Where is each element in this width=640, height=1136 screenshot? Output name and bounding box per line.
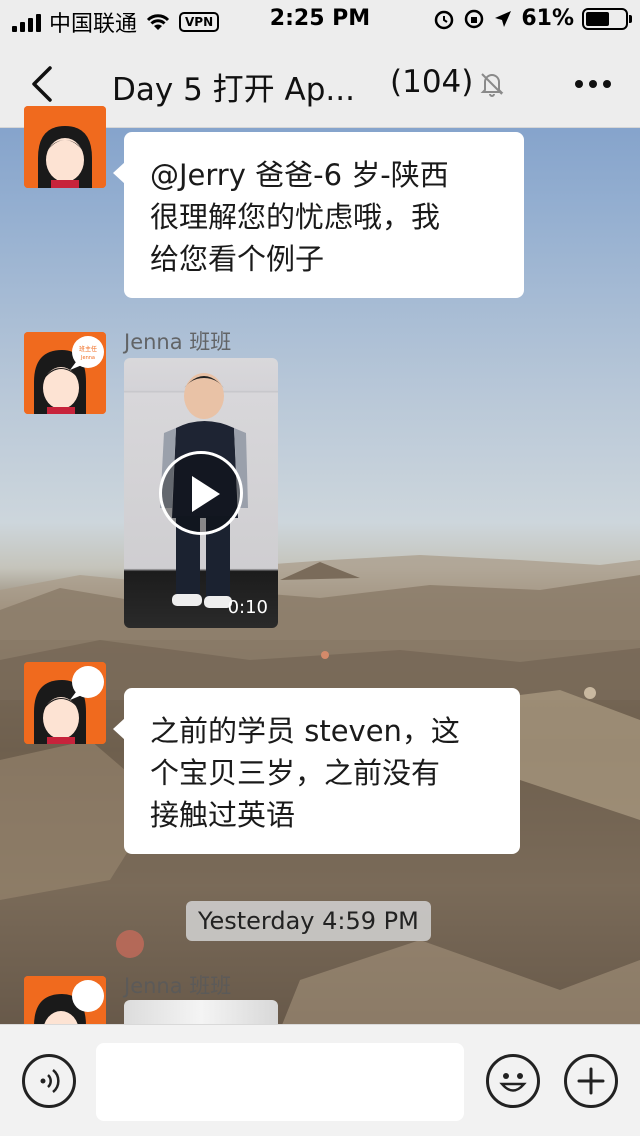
member-count: (104) xyxy=(390,64,474,100)
avatar-badge-text: 班主任 xyxy=(79,345,97,353)
video-message[interactable]: 0:10 xyxy=(124,358,278,628)
battery-percent: 61% xyxy=(521,6,574,31)
alarm-icon xyxy=(435,10,454,29)
video-duration: 0:10 xyxy=(227,597,268,618)
mute-bell-icon xyxy=(480,73,504,97)
voice-icon[interactable] xyxy=(22,1054,76,1108)
avatar[interactable] xyxy=(24,662,106,744)
status-bar: 中国联通 VPN 2:25 PM 61% xyxy=(0,0,640,40)
message-bubble[interactable]: 之前的学员 steven，这 个宝贝三岁，之前没有 接触过英语 xyxy=(113,688,520,854)
battery-icon xyxy=(582,7,632,30)
message-line: 给您看个例子 xyxy=(150,242,325,276)
avatar[interactable] xyxy=(24,106,106,188)
input-bar xyxy=(0,1024,640,1136)
play-icon[interactable] xyxy=(159,451,243,535)
sender-name: Jenna 班班 xyxy=(124,330,232,354)
back-icon[interactable] xyxy=(24,62,64,106)
message-line: 个宝贝三岁，之前没有 xyxy=(150,756,441,790)
avatar[interactable]: 班主任 Jenna xyxy=(24,332,106,414)
emoji-icon[interactable] xyxy=(486,1054,540,1108)
sender-name: Jenna 班班 xyxy=(124,974,232,998)
more-icon[interactable] xyxy=(568,66,618,102)
rotation-lock-icon xyxy=(465,9,484,28)
message-line: 接触过英语 xyxy=(150,798,296,832)
plus-icon[interactable] xyxy=(564,1054,618,1108)
timestamp-divider: Yesterday 4:59 PM xyxy=(186,901,431,941)
chat-title[interactable]: Day 5 打开 Ap... xyxy=(112,64,355,109)
location-icon xyxy=(495,10,512,27)
message-bubble[interactable]: @Jerry 爸爸-6 岁-陕西 很理解您的忧虑哦，我 给您看个例子 xyxy=(113,132,524,298)
message-line: 之前的学员 steven，这 xyxy=(150,714,460,748)
message-line: 很理解您的忧虑哦，我 xyxy=(150,200,441,234)
avatar-badge-name: Jenna xyxy=(80,355,95,361)
message-line: @Jerry 爸爸-6 岁-陕西 xyxy=(150,158,449,192)
message-input[interactable] xyxy=(96,1043,464,1121)
